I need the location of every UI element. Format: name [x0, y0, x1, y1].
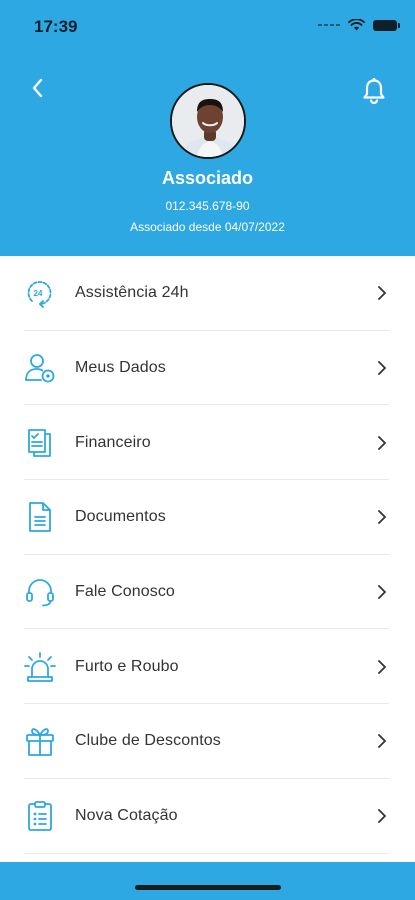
avatar-photo	[172, 85, 244, 157]
menu-item-label: Clube de Descontos	[75, 732, 221, 750]
chevron-right-icon	[378, 734, 386, 749]
menu-item-assistencia[interactable]: 24 Assistência 24h	[0, 256, 415, 331]
battery-icon	[373, 19, 400, 31]
wifi-icon	[348, 19, 365, 31]
notification-bell-icon[interactable]	[359, 76, 389, 106]
headset-icon	[26, 579, 54, 607]
menu-item-label: Meus Dados	[75, 359, 166, 377]
financial-checklist-icon	[28, 428, 51, 457]
menu-item-label: Assistência 24h	[75, 284, 189, 302]
chevron-right-icon	[378, 809, 386, 824]
assistance-24h-icon: 24	[27, 281, 52, 309]
clipboard-icon	[28, 801, 52, 832]
status-bar: 17:39	[0, 0, 415, 52]
signal-icon	[318, 24, 340, 26]
menu-item-financeiro[interactable]: Financeiro	[0, 405, 415, 480]
back-button[interactable]	[26, 76, 50, 100]
menu-item-fale-conosco[interactable]: Fale Conosco	[0, 555, 415, 630]
avatar[interactable]	[170, 83, 246, 159]
chevron-right-icon	[378, 286, 386, 301]
profile-cpf: 012.345.678-90	[165, 199, 250, 213]
user-settings-icon	[25, 354, 55, 383]
status-icons	[318, 19, 400, 31]
menu-item-label: Financeiro	[75, 433, 151, 451]
chevron-right-icon	[378, 435, 386, 450]
member-since: Associado desde 04/07/2022	[130, 220, 285, 234]
menu-item-documentos[interactable]: Documentos	[0, 480, 415, 555]
home-indicator[interactable]	[135, 885, 281, 890]
status-time: 17:39	[34, 17, 78, 36]
menu-item-label: Documentos	[75, 508, 166, 526]
svg-text:24: 24	[34, 289, 43, 298]
siren-icon	[24, 651, 56, 682]
chevron-right-icon	[378, 510, 386, 525]
menu-item-clube-descontos[interactable]: Clube de Descontos	[0, 704, 415, 779]
document-icon	[29, 502, 51, 533]
menu-list: 24 Assistência 24h Meus Dados Financeiro	[0, 256, 415, 854]
menu-item-label: Nova Cotação	[75, 807, 178, 825]
profile-name: Associado	[161, 168, 254, 188]
menu-item-label: Fale Conosco	[75, 583, 175, 601]
bottom-bar	[0, 862, 415, 900]
menu-item-label: Furto e Roubo	[75, 657, 179, 675]
menu-item-nova-cotacao[interactable]: Nova Cotação	[0, 779, 415, 854]
profile-header: 17:39 Associado 012.345.678-90 Associado…	[0, 0, 415, 256]
menu-item-meus-dados[interactable]: Meus Dados	[0, 331, 415, 406]
gift-icon	[26, 728, 54, 757]
chevron-right-icon	[378, 659, 386, 674]
chevron-right-icon	[378, 585, 386, 599]
menu-item-furto-roubo[interactable]: Furto e Roubo	[0, 629, 415, 704]
chevron-right-icon	[378, 361, 386, 375]
